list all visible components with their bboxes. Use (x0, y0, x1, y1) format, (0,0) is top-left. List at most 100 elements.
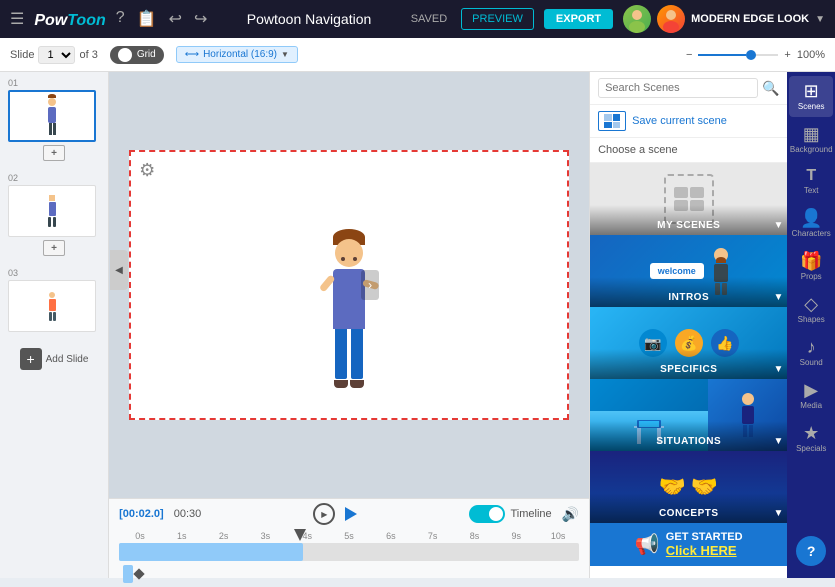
t2-head (49, 195, 55, 201)
slide-thumb-2[interactable]: 02 + (0, 167, 108, 262)
scene-thumb-situations[interactable]: SITUATIONS ▼ (590, 379, 787, 451)
help-fab-button[interactable]: ? (796, 536, 826, 566)
sidebar-item-scenes[interactable]: ⊞ Scenes (789, 76, 833, 117)
zoom-slider[interactable] (698, 54, 778, 56)
slide-thumb-3[interactable]: 03 (0, 262, 108, 338)
scene-section-intros: welcome INTROS ▼ (590, 235, 787, 307)
grid-toggle[interactable]: Grid (110, 46, 164, 64)
ratio-button[interactable]: ⟷ Horizontal (16:9) ▼ (176, 46, 298, 63)
ruler-7: 7s (412, 531, 454, 541)
sidebar-item-props[interactable]: 🎁 Props (789, 246, 833, 287)
ratio-arrow-icon: ▼ (281, 50, 289, 59)
ms-cell-1 (674, 187, 688, 198)
scene-thumb-intros[interactable]: welcome INTROS ▼ (590, 235, 787, 307)
canvas-right-arrow[interactable]: › (361, 270, 379, 300)
sidebar-item-background[interactable]: ▦ Background (789, 119, 833, 160)
add-slide-button[interactable]: + Add Slide (0, 342, 108, 376)
ms-cell-2 (690, 187, 704, 198)
timeline-toggle-switch[interactable] (469, 505, 505, 523)
ruler-1: 1s (161, 531, 203, 541)
concepts-expand-icon[interactable]: ▼ (774, 508, 784, 519)
canvas-settings-icon[interactable]: ⚙ (139, 160, 155, 181)
scenes-icon-label: Scenes (798, 102, 825, 111)
thumb-leg-l (49, 123, 52, 135)
timeline-area: [00:02.0] 00:30 ▶ Timeline 🔊 0s (109, 498, 589, 578)
slide-add-btn-1[interactable]: + (43, 145, 65, 161)
redo-icon[interactable]: ↪ (194, 9, 207, 29)
sidebar-item-text[interactable]: T Text (789, 162, 833, 201)
slide-preview-3 (8, 280, 96, 332)
zoom-minus[interactable]: − (686, 49, 692, 61)
sidebar-item-sound[interactable]: ♪ Sound (789, 332, 833, 373)
scene-section-specifics: 📷 💰 👍 SPECIFICS ▼ (590, 307, 787, 379)
track-marker-triangle (294, 529, 306, 541)
sidebar-item-specials[interactable]: ★ Specials (789, 418, 833, 459)
scene-section-situations: SITUATIONS ▼ (590, 379, 787, 451)
characters-icon: 👤 (800, 209, 822, 227)
help-icon[interactable]: ? (116, 9, 125, 29)
specials-icon-label: Specials (796, 444, 826, 453)
play-solid-button[interactable] (345, 507, 357, 521)
scenes-search-icon[interactable]: 🔍 (762, 80, 779, 97)
slide-select[interactable]: 123 (38, 46, 75, 64)
t3-figure (49, 292, 56, 321)
sidebar-item-shapes[interactable]: ◇ Shapes (789, 289, 833, 330)
hamburger-icon[interactable]: ☰ (10, 9, 24, 29)
timeline-label: Timeline (510, 508, 551, 520)
save-icon-box (598, 111, 626, 131)
my-scenes-expand-icon[interactable]: ▼ (774, 220, 784, 231)
theme-dropdown-icon[interactable]: ▼ (815, 14, 825, 25)
ratio-label: Horizontal (16:9) (203, 49, 277, 60)
timeline-duration: 00:30 (174, 508, 202, 520)
timeline-ruler: 0s 1s 2s 3s 4s 5s 6s 7s 8s 9s 10s (109, 529, 589, 543)
sidebar-item-media[interactable]: ▶ Media (789, 375, 833, 416)
collapse-panel-button[interactable]: ◀ (110, 250, 128, 290)
zoom-percent: 100% (797, 49, 825, 61)
zoom-plus[interactable]: + (784, 49, 790, 61)
scene-thumb-concepts[interactable]: 🤝 🤝 CONCEPTS ▼ (590, 451, 787, 523)
thumb-head (48, 98, 56, 106)
collapse-icon: ◀ (115, 265, 123, 276)
scenes-search-bar: 🔍 (590, 72, 787, 105)
canvas-character (333, 239, 365, 388)
notes-icon[interactable]: 📋 (137, 9, 157, 29)
char-eye-l (341, 257, 345, 261)
timeline-track[interactable] (119, 543, 579, 561)
specifics-expand-icon[interactable]: ▼ (774, 364, 784, 375)
grid-label: Grid (137, 49, 156, 60)
timeline-item[interactable] (123, 565, 133, 583)
timeline-current-time: [00:02.0] (119, 508, 164, 520)
sidebar-item-characters[interactable]: 👤 Characters (789, 203, 833, 244)
scenes-search-input[interactable] (598, 78, 758, 98)
nav-icons: ? 📋 ↩ ↪ (116, 9, 208, 29)
canvas-frame[interactable]: ⚙ (129, 150, 569, 420)
timeline-sound-icon[interactable]: 🔊 (562, 506, 579, 523)
timeline-track-row (109, 561, 589, 587)
undo-icon[interactable]: ↩ (169, 9, 182, 29)
save-scene-button[interactable]: Save current scene (590, 105, 787, 138)
get-started-banner[interactable]: 📢 GET STARTED Click HERE (590, 523, 787, 566)
get-started-line2[interactable]: Click HERE (666, 543, 743, 558)
help-fab-container: ? (796, 536, 826, 574)
help-fab-icon: ? (807, 543, 816, 559)
ruler-0: 0s (119, 531, 161, 541)
slide-thumb-1[interactable]: 01 + (0, 72, 108, 167)
main-layout: 01 + (0, 72, 835, 578)
characters-icon-label: Characters (792, 229, 831, 238)
background-icon-label: Background (790, 145, 833, 154)
preview-button[interactable]: PREVIEW (461, 8, 534, 30)
scene-thumb-my-scenes[interactable]: MY SCENES ▼ (590, 163, 787, 235)
grid-cell-2 (613, 114, 621, 121)
char-feet (334, 380, 364, 388)
situations-expand-icon[interactable]: ▼ (774, 436, 784, 447)
saved-status: SAVED (411, 13, 447, 25)
scene-section-concepts: 🤝 🤝 CONCEPTS ▼ (590, 451, 787, 523)
intros-expand-icon[interactable]: ▼ (774, 292, 784, 303)
export-button[interactable]: EXPORT (544, 9, 613, 29)
scene-thumb-specifics[interactable]: 📷 💰 👍 SPECIFICS ▼ (590, 307, 787, 379)
t2-body (49, 202, 56, 216)
get-started-text-area: GET STARTED Click HERE (666, 531, 743, 558)
right-icon-bar: ⊞ Scenes ▦ Background T Text 👤 Character… (787, 72, 835, 578)
slide-add-btn-2[interactable]: + (43, 240, 65, 256)
play-outline-button[interactable]: ▶ (313, 503, 335, 525)
